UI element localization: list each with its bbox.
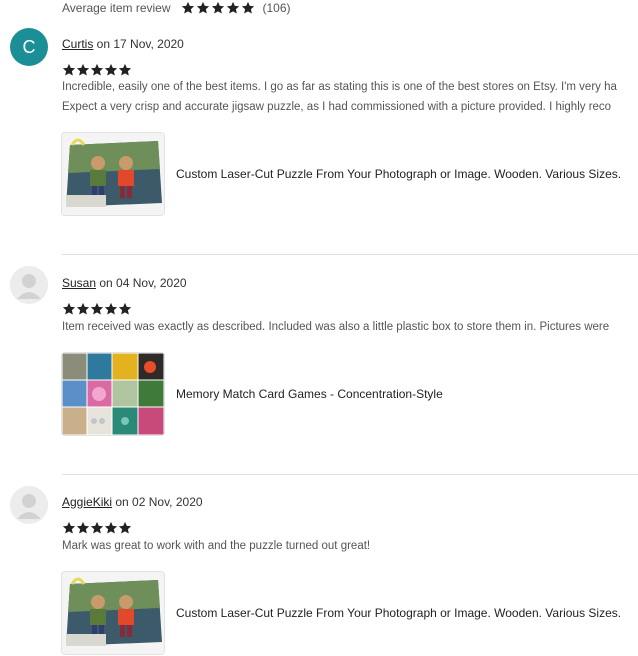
person-icon [10,266,48,304]
star-icon [226,1,240,15]
summary-stars [181,1,255,15]
reviewed-item[interactable]: Memory Match Card Games - Concentration-… [62,353,443,435]
star-icon [181,1,195,15]
puzzle-thumbnail-icon[interactable] [62,572,164,654]
divider [62,474,638,475]
avatar-letter: C [22,36,36,57]
on-text: on [93,37,114,51]
star-icon [118,63,132,77]
review-text: Mark was great to work with and the puzz… [62,536,638,556]
star-icon [241,1,255,15]
review-author-link[interactable]: Susan [62,276,96,290]
on-text: on [112,495,133,509]
review-stars [62,302,132,316]
review-author-link[interactable]: AggieKiki [62,495,112,509]
review-count: (106) [262,1,291,15]
star-icon [211,1,225,15]
star-icon [62,521,76,535]
reviewed-item[interactable]: Custom Laser-Cut Puzzle From Your Photog… [62,572,621,654]
star-icon [104,63,118,77]
star-icon [104,521,118,535]
star-icon [90,521,104,535]
star-icon [104,302,118,316]
review-text: Item received was exactly as described. … [62,317,638,337]
divider [62,254,638,255]
avatar[interactable]: C [10,28,48,66]
review-text: Incredible, easily one of the best items… [62,77,638,117]
star-icon [76,63,90,77]
review-meta: Susan on 04 Nov, 2020 [62,276,187,290]
star-icon [90,63,104,77]
review-author-link[interactable]: Curtis [62,37,93,51]
star-icon [118,302,132,316]
star-icon [76,521,90,535]
review-text-line: Mark was great to work with and the puzz… [62,540,371,552]
avatar[interactable] [10,266,48,304]
star-icon [118,521,132,535]
summary-label: Average item review [62,1,171,15]
reviewed-item[interactable]: Custom Laser-Cut Puzzle From Your Photog… [62,133,621,215]
review-stars [62,521,132,535]
item-title[interactable]: Custom Laser-Cut Puzzle From Your Photog… [176,606,621,620]
avatar[interactable] [10,486,48,524]
review-date: 04 Nov, 2020 [116,276,187,290]
star-icon [196,1,210,15]
review-meta: Curtis on 17 Nov, 2020 [62,37,184,51]
star-icon [76,302,90,316]
person-icon [10,486,48,524]
puzzle-thumbnail-icon[interactable] [62,133,164,215]
review-text-line: Incredible, easily one of the best items… [62,81,617,93]
star-icon [62,63,76,77]
review-text-line: Expect a very crisp and accurate jigsaw … [62,101,612,113]
card-grid-thumbnail-icon[interactable] [62,353,164,435]
star-icon [62,302,76,316]
item-title[interactable]: Custom Laser-Cut Puzzle From Your Photog… [176,167,621,181]
star-icon [90,302,104,316]
review-stars [62,63,132,77]
review-summary: Average item review (106) [62,0,291,16]
on-text: on [96,276,117,290]
item-title[interactable]: Memory Match Card Games - Concentration-… [176,387,443,401]
review-date: 17 Nov, 2020 [113,37,184,51]
review-text-line: Item received was exactly as described. … [62,321,610,333]
review-date: 02 Nov, 2020 [132,495,203,509]
review-meta: AggieKiki on 02 Nov, 2020 [62,495,203,509]
